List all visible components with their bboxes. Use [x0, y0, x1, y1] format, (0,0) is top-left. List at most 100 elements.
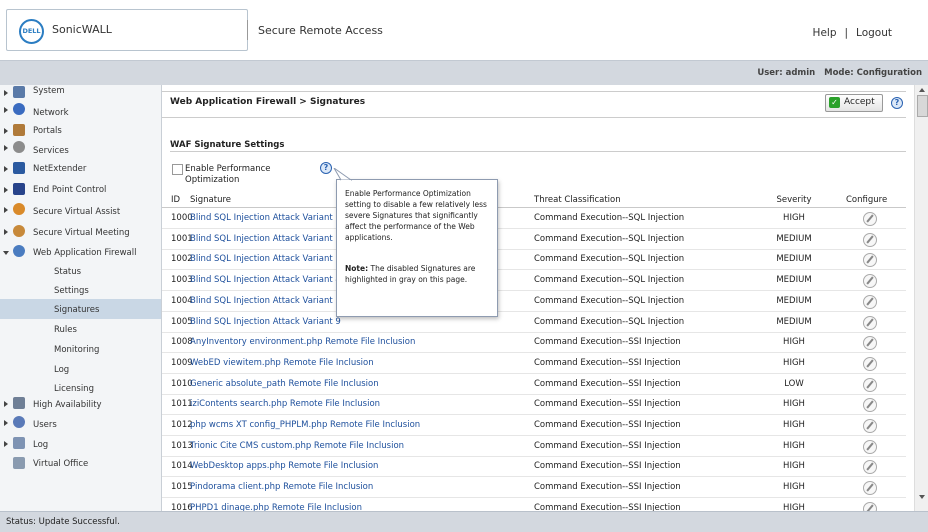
- sidebar-item-waf-log[interactable]: Log: [0, 361, 161, 379]
- table-row: 1004 Blind SQL Injection Attack Variant 5…: [162, 291, 906, 312]
- signature-link[interactable]: iziContents search.php Remote File Inclu…: [190, 399, 380, 409]
- column-header-configure: Configure: [846, 195, 888, 205]
- sidebar-item-secure-virtual-assist[interactable]: Secure Virtual Assist: [0, 202, 161, 220]
- sidebar-item-rules[interactable]: Rules: [0, 321, 161, 339]
- scroll-down-icon[interactable]: [919, 495, 925, 499]
- edit-icon[interactable]: [863, 232, 877, 247]
- threat-classification: Command Execution--SSI Injection: [534, 420, 681, 430]
- column-header-severity[interactable]: Severity: [774, 195, 814, 205]
- sidebar-item-web-application-firewall[interactable]: Web Application Firewall: [0, 244, 161, 262]
- signature-link[interactable]: php wcms XT config_PHPLM.php Remote File…: [190, 420, 420, 430]
- chevron-right-icon[interactable]: [4, 420, 8, 426]
- column-header-signature[interactable]: Signature: [190, 195, 231, 205]
- sidebar-item-system[interactable]: System: [0, 85, 161, 103]
- building-icon: [13, 457, 25, 469]
- threat-classification: Command Execution--SSI Injection: [534, 461, 681, 472]
- table-row: 1015 Pindorama client.php Remote File Inc…: [162, 477, 906, 499]
- mode-label: Mode: Configuration: [824, 68, 922, 78]
- table-row: 1005 Blind SQL Injection Attack Variant 9…: [162, 312, 906, 333]
- firewall-icon: [13, 245, 25, 257]
- scroll-up-icon[interactable]: [919, 88, 925, 92]
- chevron-right-icon[interactable]: [4, 401, 8, 407]
- edit-icon[interactable]: [863, 439, 877, 454]
- logout-link[interactable]: Logout: [856, 27, 892, 39]
- sidebar-item-netextender[interactable]: NetExtender: [0, 161, 161, 179]
- signature-link[interactable]: Blind SQL Injection Attack Variant 9: [190, 317, 341, 327]
- signature-link[interactable]: Pindorama client.php Remote File Inclusi…: [190, 482, 373, 492]
- edit-icon[interactable]: [863, 253, 877, 268]
- sidebar-item-label: Portals: [33, 126, 62, 136]
- signature-link[interactable]: Blind SQL Injection Attack Variant 2: [190, 234, 341, 244]
- help-link[interactable]: Help: [813, 27, 837, 39]
- threat-classification: Command Execution--SQL Injection: [534, 254, 685, 265]
- edit-icon[interactable]: [863, 377, 877, 392]
- signature-link[interactable]: Generic absolute_path Remote File Inclus…: [190, 379, 379, 389]
- sidebar-item-network[interactable]: Network: [0, 102, 161, 120]
- signature-link[interactable]: Blind SQL Injection Attack Variant 5: [190, 296, 341, 306]
- sidebar-item-settings[interactable]: Settings: [0, 282, 161, 300]
- table-row: 1002 Blind SQL Injection Attack Variant 3…: [162, 249, 906, 271]
- chevron-right-icon[interactable]: [4, 90, 8, 96]
- chevron-right-icon[interactable]: [4, 128, 8, 134]
- signature-link[interactable]: WebDesktop apps.php Remote File Inclusio…: [190, 461, 378, 471]
- chevron-right-icon[interactable]: [4, 107, 8, 113]
- sidebar-item-secure-virtual-meeting[interactable]: Secure Virtual Meeting: [0, 224, 161, 242]
- edit-icon[interactable]: [863, 460, 877, 475]
- signature-link[interactable]: Blind SQL Injection Attack Variant 4: [190, 275, 341, 285]
- edit-icon[interactable]: [863, 315, 877, 330]
- severity: HIGH: [783, 502, 805, 511]
- sidebar-item-portals[interactable]: Portals: [0, 123, 161, 141]
- edit-icon[interactable]: [863, 274, 877, 289]
- threat-classification: Command Execution--SSI Injection: [534, 337, 681, 348]
- chevron-right-icon[interactable]: [4, 145, 8, 151]
- signature-link[interactable]: Blind SQL Injection Attack Variant 1: [190, 213, 341, 223]
- performance-optimization-checkbox[interactable]: [172, 164, 183, 175]
- edit-icon[interactable]: [863, 356, 877, 371]
- edit-icon[interactable]: [863, 212, 877, 226]
- column-header-id[interactable]: ID: [171, 195, 180, 205]
- signature-link[interactable]: Blind SQL Injection Attack Variant 3: [190, 254, 341, 264]
- help-icon[interactable]: ?: [320, 162, 332, 174]
- gear-icon: [13, 141, 25, 153]
- accept-button[interactable]: ✓ Accept: [825, 94, 883, 112]
- severity: LOW: [784, 378, 804, 389]
- sidebar-item-users[interactable]: Users: [0, 415, 161, 433]
- edit-icon[interactable]: [863, 501, 877, 511]
- threat-classification: Command Execution--SSI Injection: [534, 482, 681, 493]
- main-scrollbar[interactable]: [914, 85, 928, 511]
- sidebar-item-monitoring[interactable]: Monitoring: [0, 341, 161, 359]
- signature-link[interactable]: PHPD1 dinage.php Remote File Inclusion: [190, 503, 362, 511]
- users-icon: [13, 416, 25, 428]
- sidebar-item-services[interactable]: Services: [0, 140, 161, 158]
- status-text: Status: Update Successful.: [6, 517, 120, 527]
- chevron-right-icon[interactable]: [4, 441, 8, 447]
- sidebar: System Network Portals Services NetExten…: [0, 85, 162, 511]
- edit-icon[interactable]: [863, 336, 877, 351]
- sidebar-item-status[interactable]: Status: [0, 263, 161, 281]
- brand-logo[interactable]: DELL SonicWALL: [6, 9, 248, 51]
- scroll-thumb[interactable]: [917, 95, 928, 117]
- edit-icon[interactable]: [863, 398, 877, 413]
- sidebar-item-high-availability[interactable]: High Availability: [0, 396, 161, 414]
- chevron-right-icon[interactable]: [4, 207, 8, 213]
- chevron-right-icon[interactable]: [4, 166, 8, 172]
- sidebar-item-signatures[interactable]: Signatures: [0, 299, 161, 319]
- severity: MEDIUM: [776, 233, 812, 244]
- chevron-right-icon[interactable]: [4, 187, 8, 193]
- table-row: 1013 Trionic Cite CMS custom.php Remote F…: [162, 436, 906, 457]
- signature-link[interactable]: AnyInventory environment.php Remote File…: [190, 337, 415, 347]
- sidebar-item-end-point-control[interactable]: End Point Control: [0, 182, 161, 200]
- signature-link[interactable]: Trionic Cite CMS custom.php Remote File …: [190, 441, 404, 451]
- signature-link[interactable]: WebED viewitem.php Remote File Inclusion: [190, 358, 374, 368]
- edit-icon[interactable]: [863, 481, 877, 496]
- sidebar-item-virtual-office[interactable]: Virtual Office: [0, 456, 161, 474]
- user-label: User: admin: [757, 68, 816, 78]
- chevron-right-icon[interactable]: [4, 229, 8, 235]
- sidebar-item-log[interactable]: Log: [0, 436, 161, 454]
- help-icon[interactable]: ?: [891, 97, 903, 109]
- edit-icon[interactable]: [863, 294, 877, 309]
- column-header-threat[interactable]: Threat Classification: [534, 195, 621, 205]
- chevron-down-icon[interactable]: [3, 251, 9, 255]
- edit-icon[interactable]: [863, 419, 877, 433]
- user-info: User: admin Mode: Configuration: [757, 68, 922, 78]
